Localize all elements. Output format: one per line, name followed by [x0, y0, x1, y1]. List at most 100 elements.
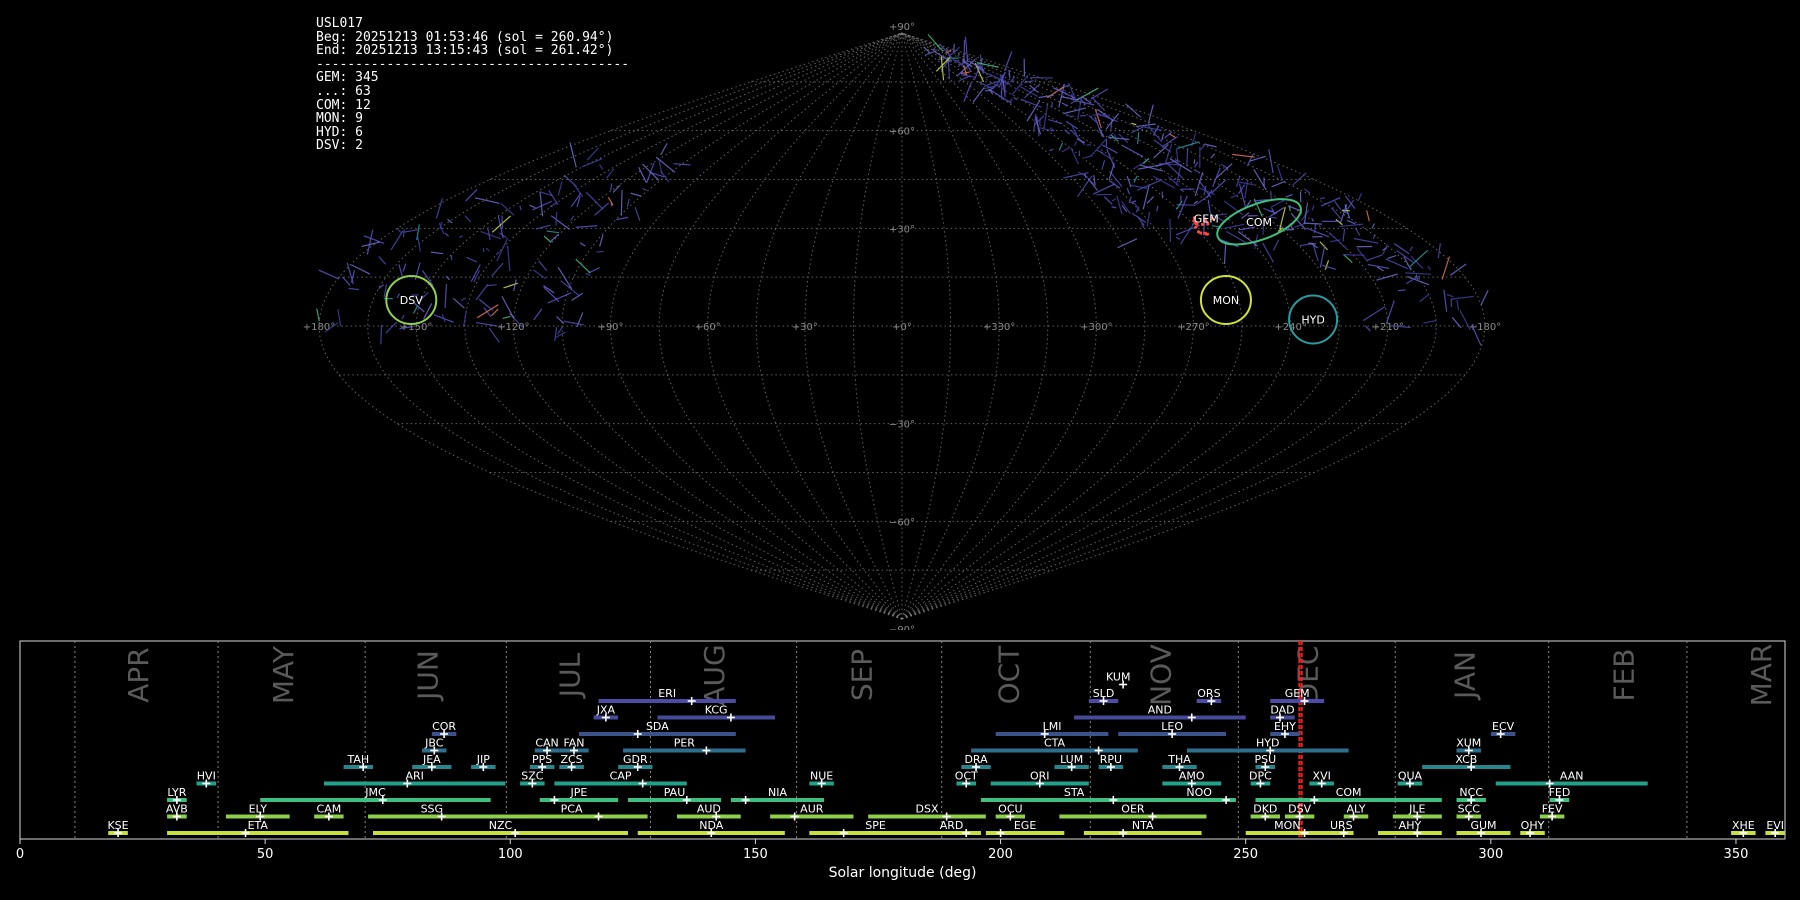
- meteor-trail: [1396, 249, 1414, 263]
- meteor-trail: [1169, 157, 1192, 173]
- month-label-sep: SEP: [845, 649, 878, 701]
- shower-label: URS: [1330, 819, 1353, 832]
- shower-label: LUM: [1060, 753, 1083, 766]
- meteor-trail: [398, 264, 403, 277]
- month-label-jul: JUL: [554, 652, 587, 699]
- meteor-trail: [1161, 136, 1178, 148]
- meteor-trail: [1131, 201, 1140, 209]
- shower-label: LMI: [1043, 720, 1062, 733]
- meteor-trail: [1195, 195, 1209, 205]
- meteor-trail: [1126, 187, 1131, 195]
- meteor-trail: [655, 156, 676, 173]
- meteor-trail: [1437, 243, 1441, 259]
- meteor-trail: [1169, 219, 1172, 243]
- meteor-trail: [1003, 51, 1013, 72]
- meteor-trail: [465, 188, 478, 202]
- meteor-trail: [1180, 188, 1185, 193]
- meteor-trail: [556, 327, 563, 335]
- shower-label: CAN: [535, 737, 558, 750]
- shower-label: FED: [1549, 786, 1571, 799]
- radiant-label-com: COM: [1246, 216, 1272, 229]
- meteor-trail: [378, 256, 387, 265]
- meteor-trail: [570, 215, 575, 222]
- meteor-trail: [1122, 145, 1144, 158]
- meteor-trail: [1303, 222, 1322, 225]
- meteor-trail: [550, 215, 571, 231]
- month-label-mar: MAR: [1745, 644, 1778, 707]
- meteor-trail: [1117, 238, 1138, 249]
- meteor-trail: [444, 283, 448, 308]
- meteor-trail: [1319, 197, 1325, 200]
- meteor-trail: [1346, 219, 1356, 225]
- meteor-trail: [1058, 142, 1064, 151]
- shower-label: SLD: [1093, 687, 1115, 700]
- x-tick-label: 0: [16, 847, 24, 862]
- meteor-trail: [1064, 129, 1071, 135]
- radiant-label-hyd: HYD: [1301, 313, 1324, 326]
- meteor-trail: [1111, 206, 1117, 209]
- meteor-trail: [464, 215, 472, 223]
- longitude-label: +300°: [1080, 322, 1112, 333]
- longitude-label: +270°: [1177, 322, 1209, 333]
- shower-label: OHY: [1521, 819, 1545, 832]
- meteor-trail: [1311, 205, 1315, 211]
- meteor-trail: [403, 229, 418, 233]
- shower-rpu: RPU: [1098, 753, 1124, 771]
- shower-gdr: GDR: [618, 753, 653, 771]
- meteor-trail: [964, 36, 969, 63]
- meteor-trail: [482, 247, 485, 253]
- shower-label: KCG: [705, 704, 728, 717]
- shower-oct: OCT: [955, 770, 978, 788]
- radiant-label-gem: GEM: [1194, 213, 1219, 226]
- meteor-trail: [316, 308, 320, 322]
- shower-xum: XUM: [1456, 737, 1481, 755]
- shower-label: FEV: [1542, 803, 1563, 816]
- shower-aly: ALY: [1343, 803, 1369, 821]
- shower-label: HYD: [1256, 737, 1279, 750]
- meteor-trail: [337, 309, 342, 327]
- meteor-trail: [1207, 199, 1211, 213]
- shower-label: ETA: [248, 819, 269, 832]
- shower-dkd: DKD: [1250, 803, 1281, 821]
- shower-jxa: JXA: [593, 704, 619, 722]
- month-label-may: MAY: [267, 645, 300, 704]
- meteor-trail: [1270, 199, 1285, 208]
- meteor-trail: [1262, 242, 1274, 263]
- shower-label: JEA: [422, 753, 441, 766]
- shower-label: AHY: [1399, 819, 1422, 832]
- latitude-label: +60°: [889, 127, 915, 138]
- meteor-trail: [535, 224, 551, 230]
- shower-label: EGE: [1014, 819, 1036, 832]
- x-tick-label: 300: [1478, 847, 1503, 862]
- month-label-nov: NOV: [1144, 644, 1177, 706]
- meteor-trail: [1397, 289, 1406, 292]
- shower-label: NTA: [1132, 819, 1154, 832]
- meteor-trail: [495, 251, 500, 256]
- meteor-trail: [1146, 196, 1155, 204]
- meteor-trail: [1210, 153, 1216, 159]
- shower-qua: QUA: [1397, 770, 1423, 788]
- shower-kse: KSE: [107, 819, 129, 837]
- info-panel: USL017 Beg: 20251213 01:53:46 (sol = 260…: [316, 17, 629, 153]
- meteor-trail: [1061, 147, 1070, 153]
- meteor-trail: [1223, 200, 1244, 216]
- longitude-label: +0°: [892, 322, 912, 333]
- meteor-trail: [1341, 209, 1350, 212]
- meteor-trail: [579, 242, 586, 247]
- shower-label: NCC: [1459, 786, 1483, 799]
- shower-label: AND: [1148, 704, 1172, 717]
- shower-label: PER: [674, 737, 696, 750]
- shower-hvi: HVI: [196, 770, 217, 788]
- shower-cor: COR: [431, 720, 456, 738]
- meteor-trail: [1331, 207, 1342, 220]
- meteor-trail: [1051, 101, 1053, 108]
- meteor-trail: [1276, 164, 1283, 181]
- meteor-trail: [1204, 143, 1217, 148]
- meteor-trail: [985, 75, 992, 79]
- shower-ohy: OHY: [1520, 819, 1545, 837]
- shower-label: QUA: [1398, 770, 1423, 783]
- meteor-trail: [610, 183, 613, 191]
- meteor-trail: [1271, 180, 1286, 188]
- meteor-trail: [557, 266, 573, 290]
- meteor-trail: [491, 262, 504, 277]
